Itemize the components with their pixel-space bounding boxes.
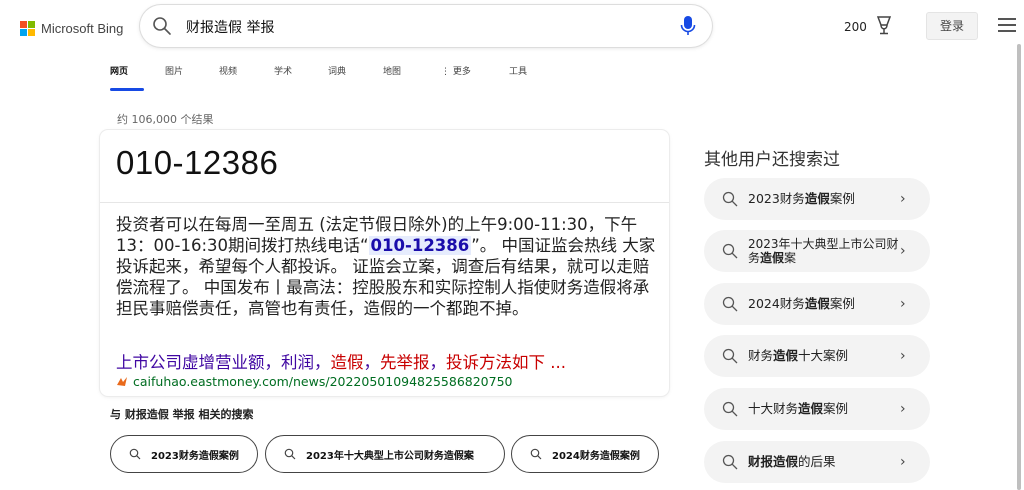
- source-url[interactable]: caifuhao.eastmoney.com/news/202205010948…: [116, 374, 513, 389]
- search-box[interactable]: 财报造假 举报: [140, 5, 712, 47]
- sidebar-suggestion[interactable]: 财报造假的后果 ›: [704, 441, 930, 483]
- search-icon: [284, 448, 296, 460]
- related-pill[interactable]: 2023财务造假案例: [110, 435, 258, 473]
- hamburger-menu-icon[interactable]: [998, 18, 1016, 36]
- search-icon: [722, 191, 738, 207]
- microsoft-logo-icon: [20, 20, 35, 36]
- search-icon: [722, 401, 738, 417]
- search-icon: [129, 448, 141, 460]
- more-dots-icon: ⋮: [441, 67, 450, 77]
- result-count: 约 106,000 个结果: [117, 113, 214, 126]
- source-title-part: 上市公司虚增营业额，利润，: [116, 353, 331, 372]
- suggestion-label: 十大财务造假案例: [748, 401, 849, 416]
- related-pill-label: 2023年十大典型上市公司财务造假案: [306, 450, 474, 462]
- divider: [100, 202, 669, 203]
- search-input[interactable]: 财报造假 举报: [186, 17, 274, 37]
- tab-more-label: 更多: [452, 67, 471, 77]
- suggestion-label: 2024财务造假案例: [748, 296, 855, 311]
- suggestion-label: 财报造假的后果: [748, 454, 836, 469]
- chevron-right-icon: ›: [900, 401, 906, 417]
- source-title-keyword: 造假: [330, 353, 364, 372]
- tab-dictionary[interactable]: 词典: [328, 64, 383, 90]
- answer-phone-number: 010-12386: [116, 144, 279, 181]
- search-tabs: 网页 图片 视频 学术 词典 地图 ⋮ 更多 工具: [110, 64, 549, 91]
- tab-images[interactable]: 图片: [165, 64, 219, 90]
- sidebar-suggestion[interactable]: 财务造假十大案例 ›: [704, 335, 930, 377]
- sidebar-suggestion[interactable]: 2024财务造假案例 ›: [704, 283, 930, 325]
- site-favicon-icon: [117, 376, 127, 386]
- chevron-right-icon: ›: [900, 454, 906, 470]
- chevron-right-icon: ›: [900, 191, 906, 207]
- search-icon: [722, 454, 738, 470]
- source-url-text: caifuhao.eastmoney.com/news/202205010948…: [133, 374, 513, 389]
- sidebar-suggestion[interactable]: 2023财务造假案例 ›: [704, 178, 930, 220]
- sidebar-suggestion[interactable]: 2023年十大典型上市公司财务造假案 ›: [704, 230, 930, 272]
- search-icon: [153, 17, 171, 35]
- source-title-link[interactable]: 上市公司虚增营业额，利润，造假，先举报，投诉方法如下 ...: [116, 349, 566, 373]
- tab-academic[interactable]: 学术: [274, 64, 328, 90]
- suggestion-label: 财务造假十大案例: [748, 348, 849, 363]
- source-title-keyword: 先举报: [380, 353, 430, 372]
- chevron-right-icon: ›: [900, 348, 906, 364]
- scrollbar[interactable]: [1017, 44, 1021, 490]
- search-icon: [530, 448, 542, 460]
- chevron-right-icon: ›: [900, 243, 906, 259]
- related-pill-label: 2023财务造假案例: [151, 450, 239, 462]
- brand-name: Microsoft Bing: [41, 20, 124, 36]
- search-icon: [722, 348, 738, 364]
- rewards-points[interactable]: 200: [844, 20, 867, 34]
- snippet-highlight: 010-12386: [368, 236, 472, 255]
- related-pill-label: 2024财务造假案例: [552, 450, 640, 462]
- tab-tools[interactable]: 工具: [509, 64, 549, 90]
- rewards-trophy-icon[interactable]: [874, 14, 894, 36]
- sidebar-suggestion[interactable]: 十大财务造假案例 ›: [704, 388, 930, 430]
- related-pill[interactable]: 2023年十大典型上市公司财务造假案: [265, 435, 505, 473]
- tab-maps[interactable]: 地图: [383, 64, 441, 90]
- related-pill[interactable]: 2024财务造假案例: [511, 435, 659, 473]
- bing-logo[interactable]: Microsoft Bing: [20, 18, 123, 38]
- search-icon: [722, 296, 738, 312]
- source-title-part: ，: [429, 353, 447, 372]
- tab-videos[interactable]: 视频: [219, 64, 274, 90]
- source-title-keyword: 投诉方法如下 ...: [446, 353, 566, 372]
- search-icon: [722, 243, 738, 259]
- suggestion-label: 2023财务造假案例: [748, 191, 855, 206]
- suggestion-label: 2023年十大典型上市公司财务造假案: [748, 237, 899, 265]
- answer-snippet: 投资者可以在每周一至周五 (法定节假日除外)的上午9:00-11:30，下午13…: [116, 214, 656, 319]
- login-button[interactable]: 登录: [926, 12, 978, 40]
- answer-card: 010-12386 投资者可以在每周一至周五 (法定节假日除外)的上午9:00-…: [100, 130, 669, 396]
- related-searches-title: 与 财报造假 举报 相关的搜索: [110, 408, 254, 421]
- microphone-icon[interactable]: [680, 15, 696, 37]
- people-also-search-title: 其他用户还搜索过: [704, 150, 840, 170]
- chevron-right-icon: ›: [900, 296, 906, 312]
- tab-web[interactable]: 网页: [110, 64, 165, 91]
- source-title-part: ，: [363, 353, 381, 372]
- tab-more[interactable]: ⋮ 更多: [441, 64, 509, 90]
